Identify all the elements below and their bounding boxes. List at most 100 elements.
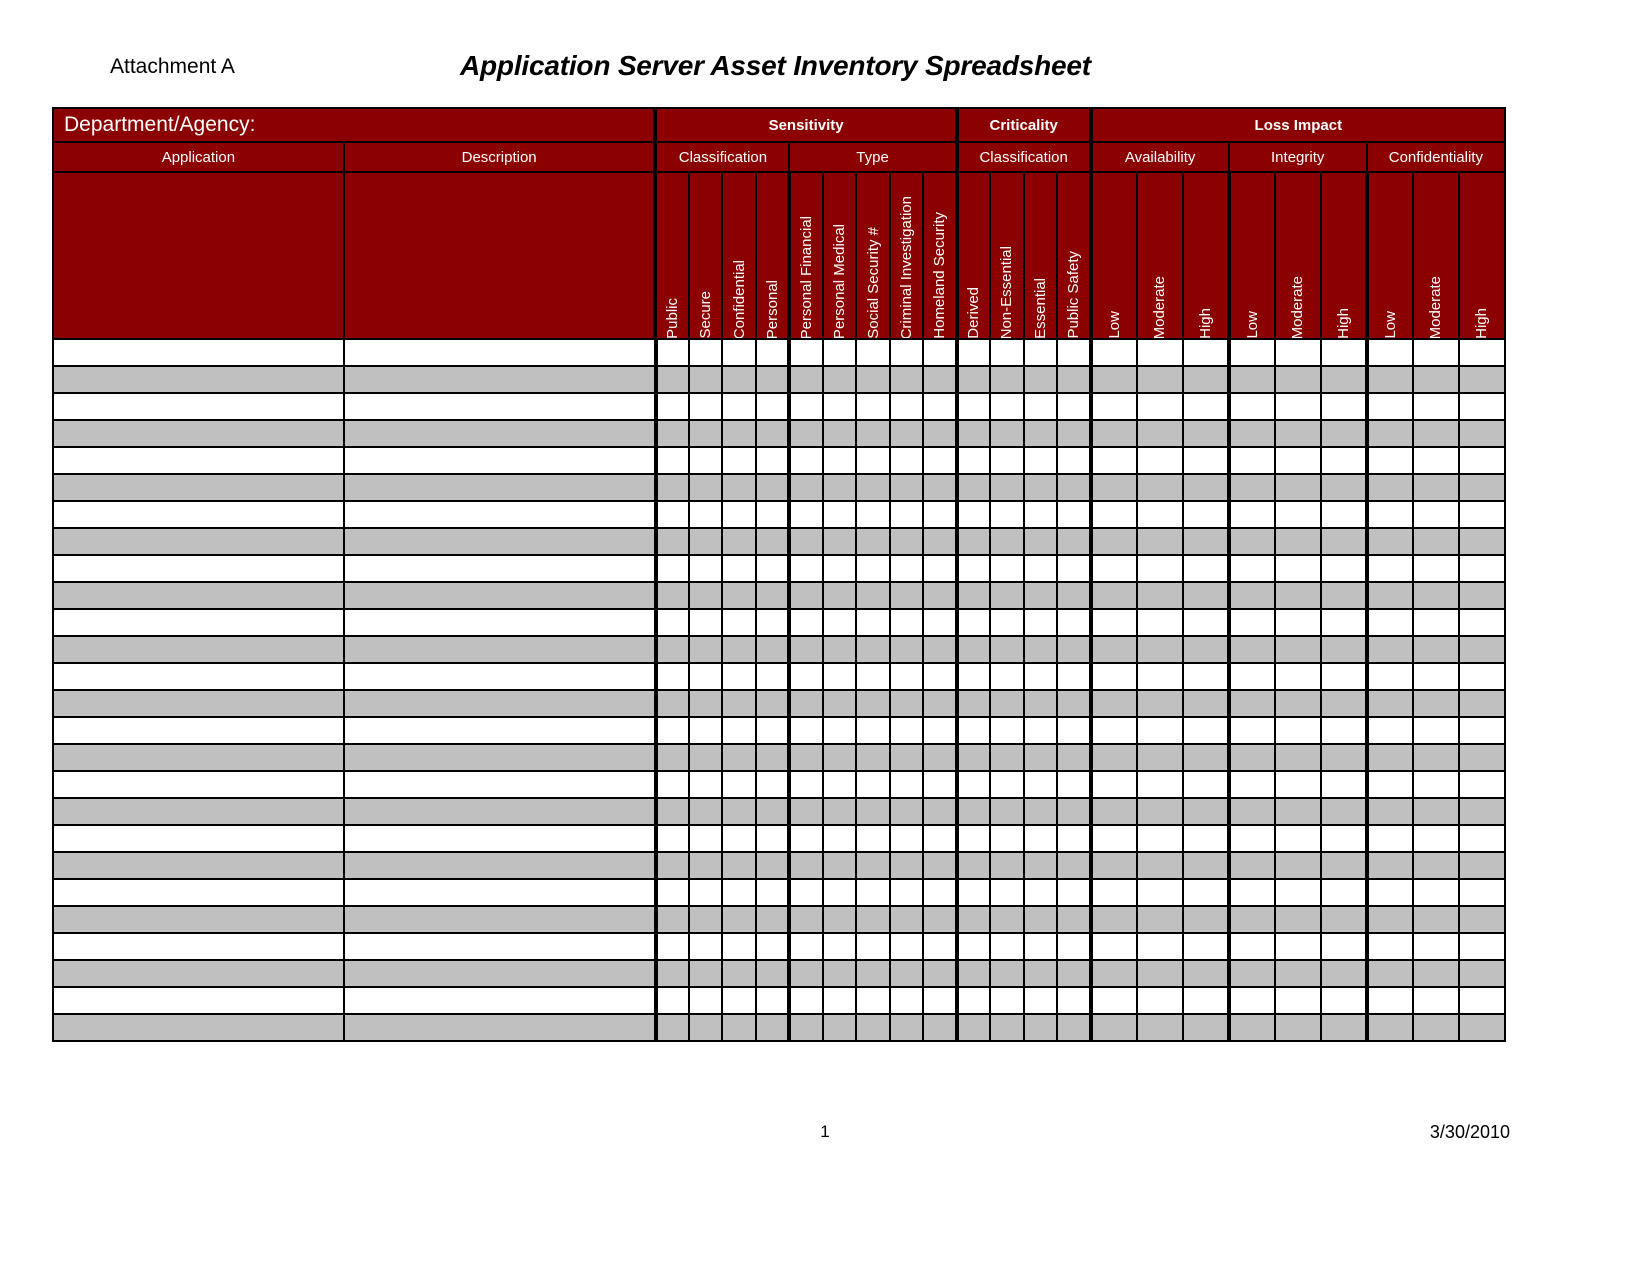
table-cell[interactable] [1135,338,1184,367]
table-cell[interactable] [1135,635,1184,664]
table-cell[interactable] [1088,743,1138,772]
table-cell[interactable] [1181,338,1230,367]
table-row[interactable] [52,365,1507,394]
table-cell[interactable] [1457,932,1507,961]
table-row[interactable] [52,851,1507,880]
table-cell[interactable] [1364,608,1414,637]
table-cell[interactable] [1181,851,1230,880]
table-cell[interactable] [1181,446,1230,475]
table-cell[interactable] [52,716,345,745]
table-cell[interactable] [1022,905,1059,934]
table-cell[interactable] [1056,770,1092,799]
table-cell[interactable] [1088,473,1138,502]
table-cell[interactable] [1364,824,1414,853]
table-cell[interactable] [754,797,791,826]
table-cell[interactable] [653,500,691,529]
table-cell[interactable] [1319,770,1368,799]
table-cell[interactable] [1411,608,1460,637]
table-cell[interactable] [1135,500,1184,529]
table-cell[interactable] [787,1013,824,1042]
table-cell[interactable] [1457,446,1507,475]
table-cell[interactable] [653,608,691,637]
table-row[interactable] [52,770,1507,799]
table-cell[interactable] [1319,1013,1368,1042]
table-row[interactable] [52,689,1507,718]
table-cell[interactable] [1088,554,1138,583]
table-cell[interactable] [721,905,757,934]
table-cell[interactable] [1056,500,1092,529]
table-cell[interactable] [1319,500,1368,529]
table-cell[interactable] [855,689,891,718]
table-cell[interactable] [1056,932,1092,961]
table-cell[interactable] [1088,689,1138,718]
table-cell[interactable] [1411,392,1460,421]
table-cell[interactable] [922,770,958,799]
table-cell[interactable] [1319,392,1368,421]
table-cell[interactable] [1457,716,1507,745]
table-cell[interactable] [787,878,824,907]
table-cell[interactable] [1022,743,1059,772]
table-cell[interactable] [1088,581,1138,610]
table-cell[interactable] [922,797,958,826]
table-cell[interactable] [688,743,724,772]
table-cell[interactable] [1411,473,1460,502]
table-cell[interactable] [1411,770,1460,799]
table-cell[interactable] [1364,581,1414,610]
table-cell[interactable] [1135,905,1184,934]
table-cell[interactable] [821,473,858,502]
table-cell[interactable] [1273,716,1322,745]
table-cell[interactable] [1273,527,1322,556]
table-cell[interactable] [989,824,1025,853]
table-cell[interactable] [1226,824,1276,853]
table-cell[interactable] [721,473,757,502]
table-cell[interactable] [653,986,691,1015]
table-cell[interactable] [855,986,891,1015]
table-cell[interactable] [1319,878,1368,907]
table-cell[interactable] [1088,716,1138,745]
table-cell[interactable] [1364,662,1414,691]
table-cell[interactable] [888,419,925,448]
table-cell[interactable] [721,662,757,691]
table-cell[interactable] [1319,905,1368,934]
table-cell[interactable] [754,500,791,529]
table-cell[interactable] [855,797,891,826]
table-cell[interactable] [787,473,824,502]
table-row[interactable] [52,473,1507,502]
table-cell[interactable] [1457,797,1507,826]
table-cell[interactable] [787,986,824,1015]
table-cell[interactable] [721,932,757,961]
table-cell[interactable] [954,500,992,529]
table-cell[interactable] [721,1013,757,1042]
table-cell[interactable] [754,635,791,664]
table-cell[interactable] [1226,473,1276,502]
table-cell[interactable] [52,824,345,853]
table-cell[interactable] [1364,905,1414,934]
table-cell[interactable] [342,581,657,610]
table-cell[interactable] [1088,905,1138,934]
table-cell[interactable] [52,581,345,610]
table-row[interactable] [52,905,1507,934]
table-cell[interactable] [653,878,691,907]
table-cell[interactable] [342,959,657,988]
table-cell[interactable] [721,419,757,448]
table-cell[interactable] [989,581,1025,610]
table-cell[interactable] [653,419,691,448]
table-cell[interactable] [1056,824,1092,853]
table-cell[interactable] [342,824,657,853]
table-cell[interactable] [821,716,858,745]
table-cell[interactable] [989,473,1025,502]
table-cell[interactable] [52,338,345,367]
table-cell[interactable] [754,824,791,853]
table-cell[interactable] [821,824,858,853]
table-cell[interactable] [1457,878,1507,907]
table-cell[interactable] [688,986,724,1015]
table-cell[interactable] [1364,635,1414,664]
table-cell[interactable] [787,419,824,448]
table-cell[interactable] [954,527,992,556]
table-cell[interactable] [1056,716,1092,745]
table-cell[interactable] [1273,743,1322,772]
table-cell[interactable] [821,1013,858,1042]
table-cell[interactable] [1022,1013,1059,1042]
table-cell[interactable] [922,338,958,367]
table-cell[interactable] [922,527,958,556]
